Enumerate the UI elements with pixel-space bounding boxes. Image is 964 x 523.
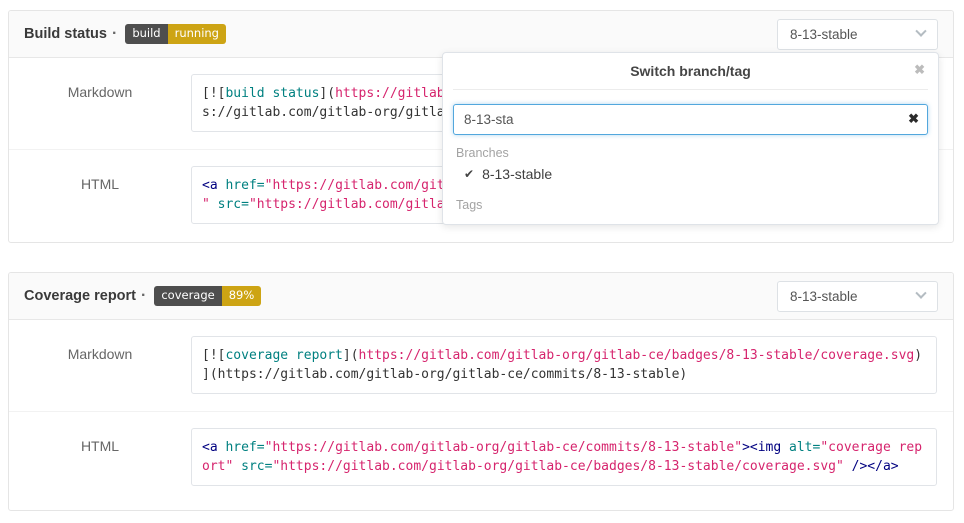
branch-selector-build[interactable]: 8-13-stable bbox=[777, 19, 938, 50]
build-status-heading: Build status · build running 8-13-stable bbox=[9, 11, 953, 58]
close-icon[interactable]: ✖ bbox=[914, 63, 925, 76]
title-separator: · bbox=[141, 287, 146, 305]
branch-selector-coverage[interactable]: 8-13-stable bbox=[777, 281, 938, 312]
branch-selector-value: 8-13-stable bbox=[790, 289, 858, 304]
html-label: HTML bbox=[9, 166, 191, 224]
popup-title: Switch branch/tag bbox=[630, 63, 751, 79]
title-separator: · bbox=[112, 25, 117, 43]
build-status-badge: build running bbox=[125, 24, 226, 44]
popup-header: Switch branch/tag ✖ bbox=[453, 57, 928, 90]
chevron-down-icon bbox=[915, 288, 926, 299]
branch-search-input[interactable] bbox=[453, 104, 928, 135]
branch-item-8-13-stable[interactable]: ✔ 8-13-stable bbox=[451, 161, 930, 187]
chevron-down-icon bbox=[915, 26, 926, 37]
markdown-row: Markdown [![coverage report](https://git… bbox=[9, 320, 953, 411]
check-icon: ✔ bbox=[464, 167, 474, 181]
clear-search-icon[interactable]: ✖ bbox=[908, 112, 919, 125]
markdown-label: Markdown bbox=[9, 336, 191, 411]
coverage-badge: coverage 89% bbox=[154, 286, 261, 306]
switch-branch-popup: Switch branch/tag ✖ ✖ Branches ✔ 8-13-st… bbox=[442, 52, 939, 225]
branch-item-label: 8-13-stable bbox=[482, 166, 552, 182]
markdown-label: Markdown bbox=[9, 74, 191, 149]
tags-section-header: Tags bbox=[451, 187, 930, 213]
branch-selector-value: 8-13-stable bbox=[790, 27, 858, 42]
branch-search: ✖ bbox=[453, 104, 928, 135]
coverage-markdown-code: [![coverage report](https://gitlab.com/g… bbox=[191, 336, 937, 394]
badge-label: coverage bbox=[154, 286, 221, 306]
coverage-report-heading: Coverage report · coverage 89% 8-13-stab… bbox=[9, 273, 953, 320]
badge-value: running bbox=[168, 24, 226, 44]
project-badges-page: Build status · build running 8-13-stable… bbox=[0, 0, 964, 523]
coverage-html-code: <a href="https://gitlab.com/gitlab-org/g… bbox=[191, 428, 937, 486]
panel-title: Coverage report bbox=[24, 288, 136, 304]
html-label: HTML bbox=[9, 428, 191, 486]
badge-value: 89% bbox=[222, 286, 262, 306]
panel-title: Build status bbox=[24, 26, 107, 42]
coverage-report-panel: Coverage report · coverage 89% 8-13-stab… bbox=[8, 272, 954, 511]
badge-label: build bbox=[125, 24, 167, 44]
branches-section-header: Branches bbox=[451, 135, 930, 161]
html-row: HTML <a href="https://gitlab.com/gitlab-… bbox=[9, 411, 953, 486]
